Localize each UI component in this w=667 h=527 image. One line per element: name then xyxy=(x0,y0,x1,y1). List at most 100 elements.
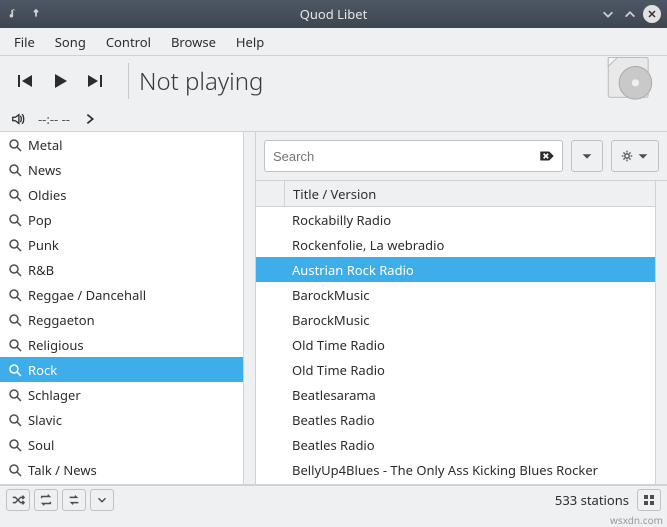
search-icon xyxy=(8,263,22,277)
play-button[interactable] xyxy=(46,67,74,95)
genre-label: Reggae / Dancehall xyxy=(28,286,146,304)
search-icon xyxy=(8,313,22,327)
station-row[interactable]: Old Time Radio xyxy=(256,357,667,382)
genre-item[interactable]: Oldies xyxy=(0,182,255,207)
scrollbar-vertical[interactable] xyxy=(655,181,667,484)
station-row[interactable]: Beatles Radio xyxy=(256,407,667,432)
genre-label: News xyxy=(28,161,61,179)
search-row xyxy=(256,132,667,180)
genre-item[interactable]: News xyxy=(0,157,255,182)
genre-item[interactable]: Religious xyxy=(0,332,255,357)
station-label: Beatles Radio xyxy=(284,436,383,454)
station-label: Rockabilly Radio xyxy=(284,211,399,229)
layout-toggle-button[interactable] xyxy=(637,489,661,511)
menu-help[interactable]: Help xyxy=(228,31,272,53)
list-header[interactable]: Title / Version xyxy=(256,181,667,207)
menu-control[interactable]: Control xyxy=(98,31,159,53)
now-playing-text: Not playing xyxy=(139,65,263,98)
genre-item[interactable]: Rock xyxy=(0,357,255,382)
transport-row: --:-- -- xyxy=(0,106,667,132)
genre-label: Oldies xyxy=(28,186,66,204)
scrollbar-vertical[interactable] xyxy=(243,132,255,484)
album-art-icon xyxy=(601,52,659,110)
search-icon xyxy=(8,438,22,452)
shuffle-button[interactable] xyxy=(6,489,30,511)
genre-label: Pop xyxy=(28,211,52,229)
genre-item[interactable]: Schlager xyxy=(0,382,255,407)
genre-item[interactable]: Metal xyxy=(0,132,255,157)
menubar: File Song Control Browse Help xyxy=(0,28,667,56)
player-toolbar: Not playing xyxy=(0,56,667,106)
genre-label: Talk / News xyxy=(28,461,97,479)
prev-button[interactable] xyxy=(10,67,38,95)
genre-label: Rock xyxy=(28,361,57,379)
search-icon xyxy=(8,288,22,302)
station-label: Old Time Radio xyxy=(284,361,393,379)
timecode: --:-- -- xyxy=(38,110,70,128)
genre-label: Punk xyxy=(28,236,59,254)
search-icon xyxy=(8,388,22,402)
dropdown-button[interactable] xyxy=(571,140,603,172)
clear-search-icon[interactable] xyxy=(538,147,556,165)
search-icon xyxy=(8,363,22,377)
search-icon xyxy=(8,188,22,202)
menu-browse[interactable]: Browse xyxy=(163,31,224,53)
watermark: wsxdn.com xyxy=(0,513,667,527)
window-titlebar: Quod Libet ✕ xyxy=(0,0,667,28)
window-title: Quod Libet xyxy=(0,5,667,23)
station-row[interactable]: Austrian Rock Radio xyxy=(256,257,667,282)
station-row[interactable]: Old Time Radio xyxy=(256,332,667,357)
genre-label: Reggaeton xyxy=(28,311,95,329)
station-label: BarockMusic xyxy=(284,286,378,304)
reload-button[interactable] xyxy=(62,489,86,511)
search-icon xyxy=(8,163,22,177)
bottom-toolbar: 533 stations xyxy=(0,485,667,513)
station-row[interactable]: BarockMusic xyxy=(256,282,667,307)
station-row[interactable]: Rockenfolie, La webradio xyxy=(256,232,667,257)
station-label: Beatlesarama xyxy=(284,386,384,404)
search-input[interactable] xyxy=(271,148,538,165)
genre-item[interactable]: Reggae / Dancehall xyxy=(0,282,255,307)
separator xyxy=(128,63,129,99)
menu-file[interactable]: File xyxy=(6,31,43,53)
settings-button[interactable] xyxy=(611,140,659,172)
station-label: BellyUp4Blues - The Only Ass Kicking Blu… xyxy=(284,461,606,479)
search-icon xyxy=(8,213,22,227)
genre-item[interactable]: Punk xyxy=(0,232,255,257)
main-split: Metal News Oldies Pop Punk R&B Reggae / Danceh… xyxy=(0,132,667,485)
station-label: Beatles Radio xyxy=(284,411,383,429)
right-pane: Title / Version Rockabilly Radio Rockenfo… xyxy=(256,132,667,484)
search-icon xyxy=(8,138,22,152)
genre-item[interactable]: Pop xyxy=(0,207,255,232)
station-row[interactable]: BellyUp4Blues - The Only Ass Kicking Blu… xyxy=(256,457,667,482)
genre-item[interactable]: Talk / News xyxy=(0,457,255,482)
menu-song[interactable]: Song xyxy=(47,31,94,53)
genre-label: Slavic xyxy=(28,411,62,429)
forward-icon[interactable] xyxy=(82,111,98,127)
next-button[interactable] xyxy=(82,67,110,95)
station-label: Rockenfolie, La webradio xyxy=(284,236,452,254)
genre-item[interactable]: R&B xyxy=(0,257,255,282)
search-icon xyxy=(8,338,22,352)
station-row[interactable]: Rockabilly Radio xyxy=(256,207,667,232)
search-box[interactable] xyxy=(264,140,563,172)
genre-item[interactable]: Reggaeton xyxy=(0,307,255,332)
repeat-button[interactable] xyxy=(34,489,58,511)
station-label: BarockMusic xyxy=(284,311,378,329)
status-text: 533 stations xyxy=(555,491,629,509)
genre-label: Schlager xyxy=(28,386,81,404)
search-icon xyxy=(8,238,22,252)
genre-list[interactable]: Metal News Oldies Pop Punk R&B Reggae / Danceh… xyxy=(0,132,256,484)
station-label: Austrian Rock Radio xyxy=(284,261,422,279)
column-title-version[interactable]: Title / Version xyxy=(284,181,384,206)
genre-label: Metal xyxy=(28,136,62,154)
station-row[interactable]: BarockMusic xyxy=(256,307,667,332)
station-row[interactable]: Beatles Radio xyxy=(256,432,667,457)
genre-item[interactable]: Soul xyxy=(0,432,255,457)
station-row[interactable]: Beatlesarama xyxy=(256,382,667,407)
genre-label: Soul xyxy=(28,436,54,454)
more-button[interactable] xyxy=(90,489,114,511)
volume-icon[interactable] xyxy=(10,111,26,127)
genre-item[interactable]: Slavic xyxy=(0,407,255,432)
search-icon xyxy=(8,463,22,477)
